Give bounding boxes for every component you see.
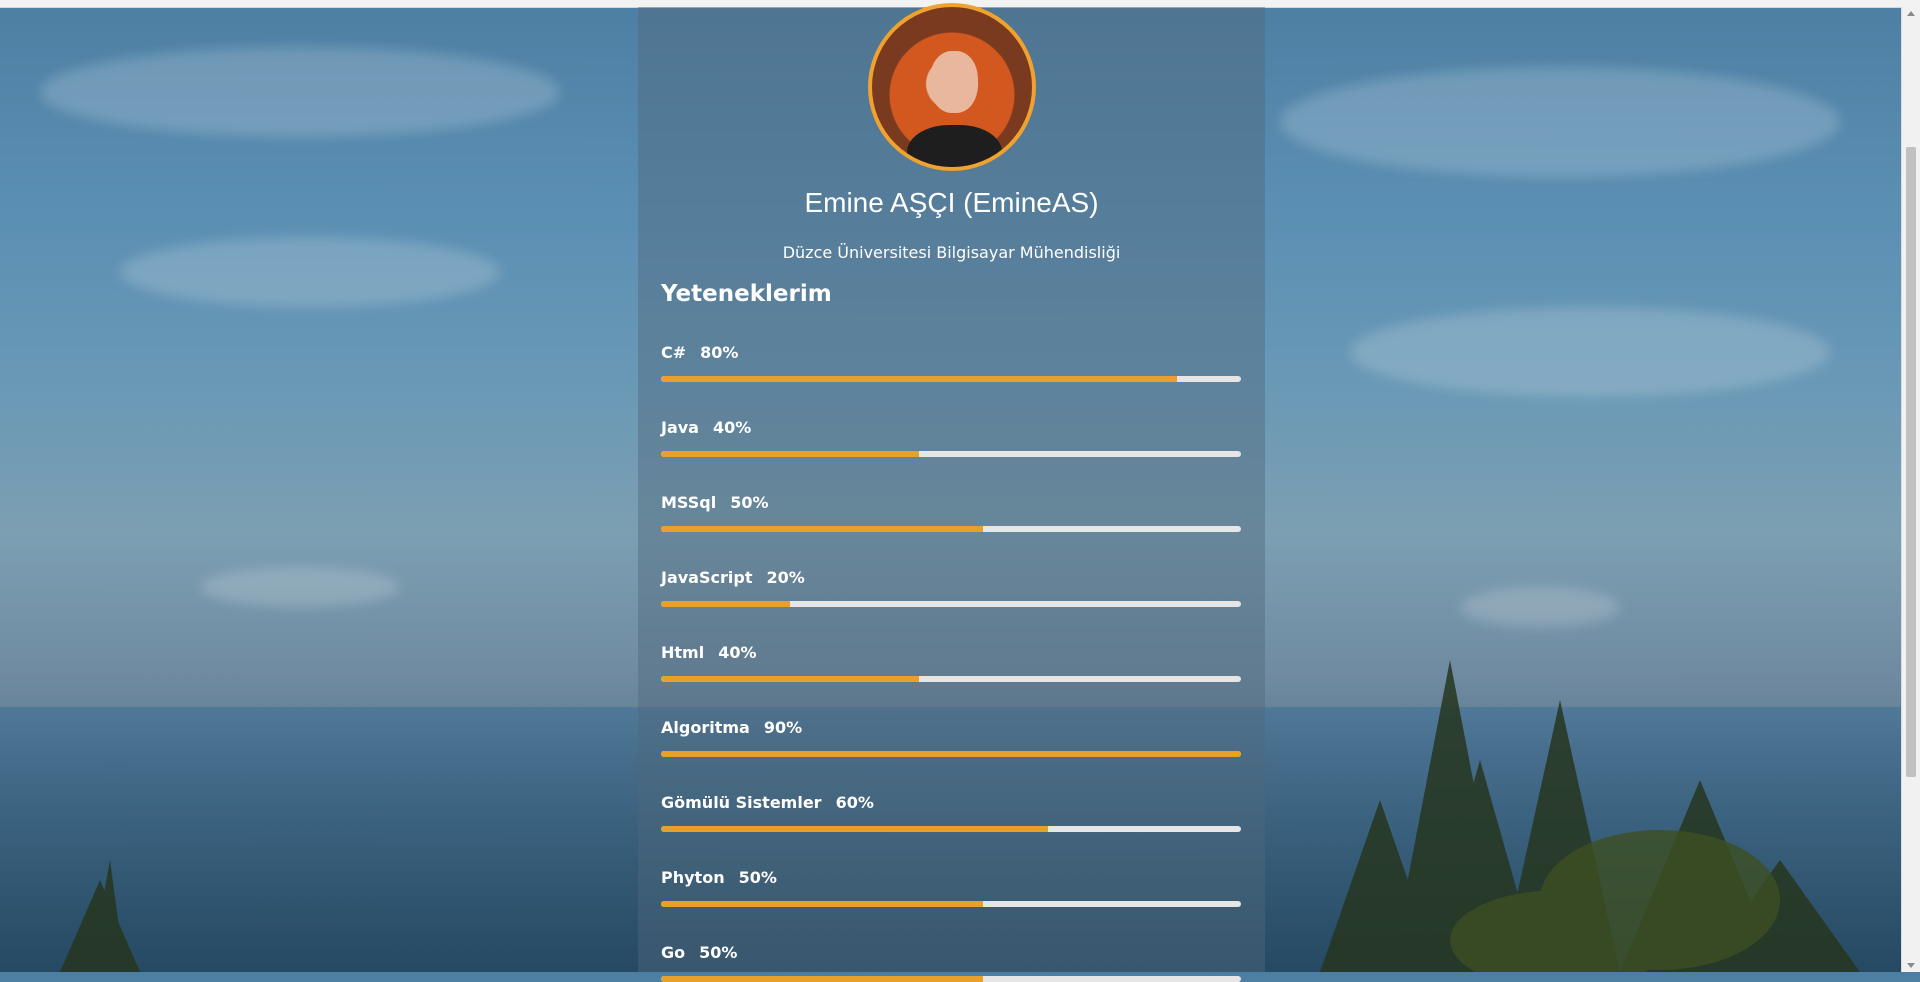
- skill-progress-fill: [661, 826, 1048, 832]
- skill-progress-fill: [661, 451, 920, 457]
- skill-percent: 50%: [738, 868, 777, 887]
- scroll-up-arrow-icon[interactable]: [1907, 11, 1915, 16]
- skill-progress-bar: [661, 601, 1241, 607]
- skill-progress-fill: [661, 901, 984, 907]
- profile-card: Emine AŞÇI (EmineAS) Düzce Üniversitesi …: [638, 3, 1265, 982]
- skill-percent: 80%: [700, 343, 739, 362]
- skill-label: JavaScript: [661, 568, 753, 587]
- skill-progress-bar: [661, 976, 1241, 982]
- skill-progress-fill: [661, 601, 790, 607]
- skill-item: C# 80%: [661, 343, 1241, 382]
- skill-progress-fill: [661, 676, 920, 682]
- skill-progress-bar: [661, 676, 1241, 682]
- page-scrollbar[interactable]: [1901, 7, 1920, 972]
- skill-percent: 40%: [718, 643, 757, 662]
- skill-percent: 20%: [766, 568, 805, 587]
- profile-subtitle: Düzce Üniversitesi Bilgisayar Mühendisli…: [782, 243, 1121, 262]
- avatar: [868, 3, 1036, 171]
- skill-item: Algoritma 90%: [661, 718, 1241, 757]
- skill-label: Go: [661, 943, 686, 962]
- skill-progress-bar: [661, 826, 1241, 832]
- skill-label: MSSql: [661, 493, 717, 512]
- skill-item: Java 40%: [661, 418, 1241, 457]
- skill-progress-bar: [661, 376, 1241, 382]
- skill-label: Gömülü Sistemler: [661, 793, 822, 812]
- skill-progress-fill: [661, 376, 1178, 382]
- skill-label: Html: [661, 643, 705, 662]
- skill-progress-fill: [661, 751, 1241, 757]
- skill-item: JavaScript 20%: [661, 568, 1241, 607]
- skill-percent: 90%: [763, 718, 803, 737]
- skill-progress-bar: [661, 526, 1241, 532]
- skills-heading: Yeteneklerim: [661, 281, 832, 307]
- skill-label: Phyton: [661, 868, 725, 887]
- skill-item: MSSql 50%: [661, 493, 1241, 532]
- skill-progress-bar: [661, 901, 1241, 907]
- skill-item: Html 40%: [661, 643, 1241, 682]
- profile-name: Emine AŞÇI (EmineAS): [804, 187, 1099, 218]
- scroll-thumb[interactable]: [1906, 147, 1916, 777]
- skill-percent: 40%: [712, 418, 752, 437]
- skill-item: Phyton 50%: [661, 868, 1241, 907]
- scroll-down-arrow-icon[interactable]: [1907, 963, 1915, 968]
- skill-progress-bar: [661, 751, 1241, 757]
- skill-percent: 60%: [835, 793, 874, 812]
- skill-progress-bar: [661, 451, 1241, 457]
- skill-label: C#: [661, 343, 687, 362]
- skill-progress-fill: [661, 526, 984, 532]
- skill-label: Java: [661, 418, 699, 437]
- skill-item: Go 50%: [661, 943, 1241, 982]
- skill-item: Gömülü Sistemler 60%: [661, 793, 1241, 832]
- skill-progress-fill: [661, 976, 984, 982]
- skill-label: Algoritma: [661, 718, 750, 737]
- skill-percent: 50%: [699, 943, 738, 962]
- skill-percent: 50%: [730, 493, 769, 512]
